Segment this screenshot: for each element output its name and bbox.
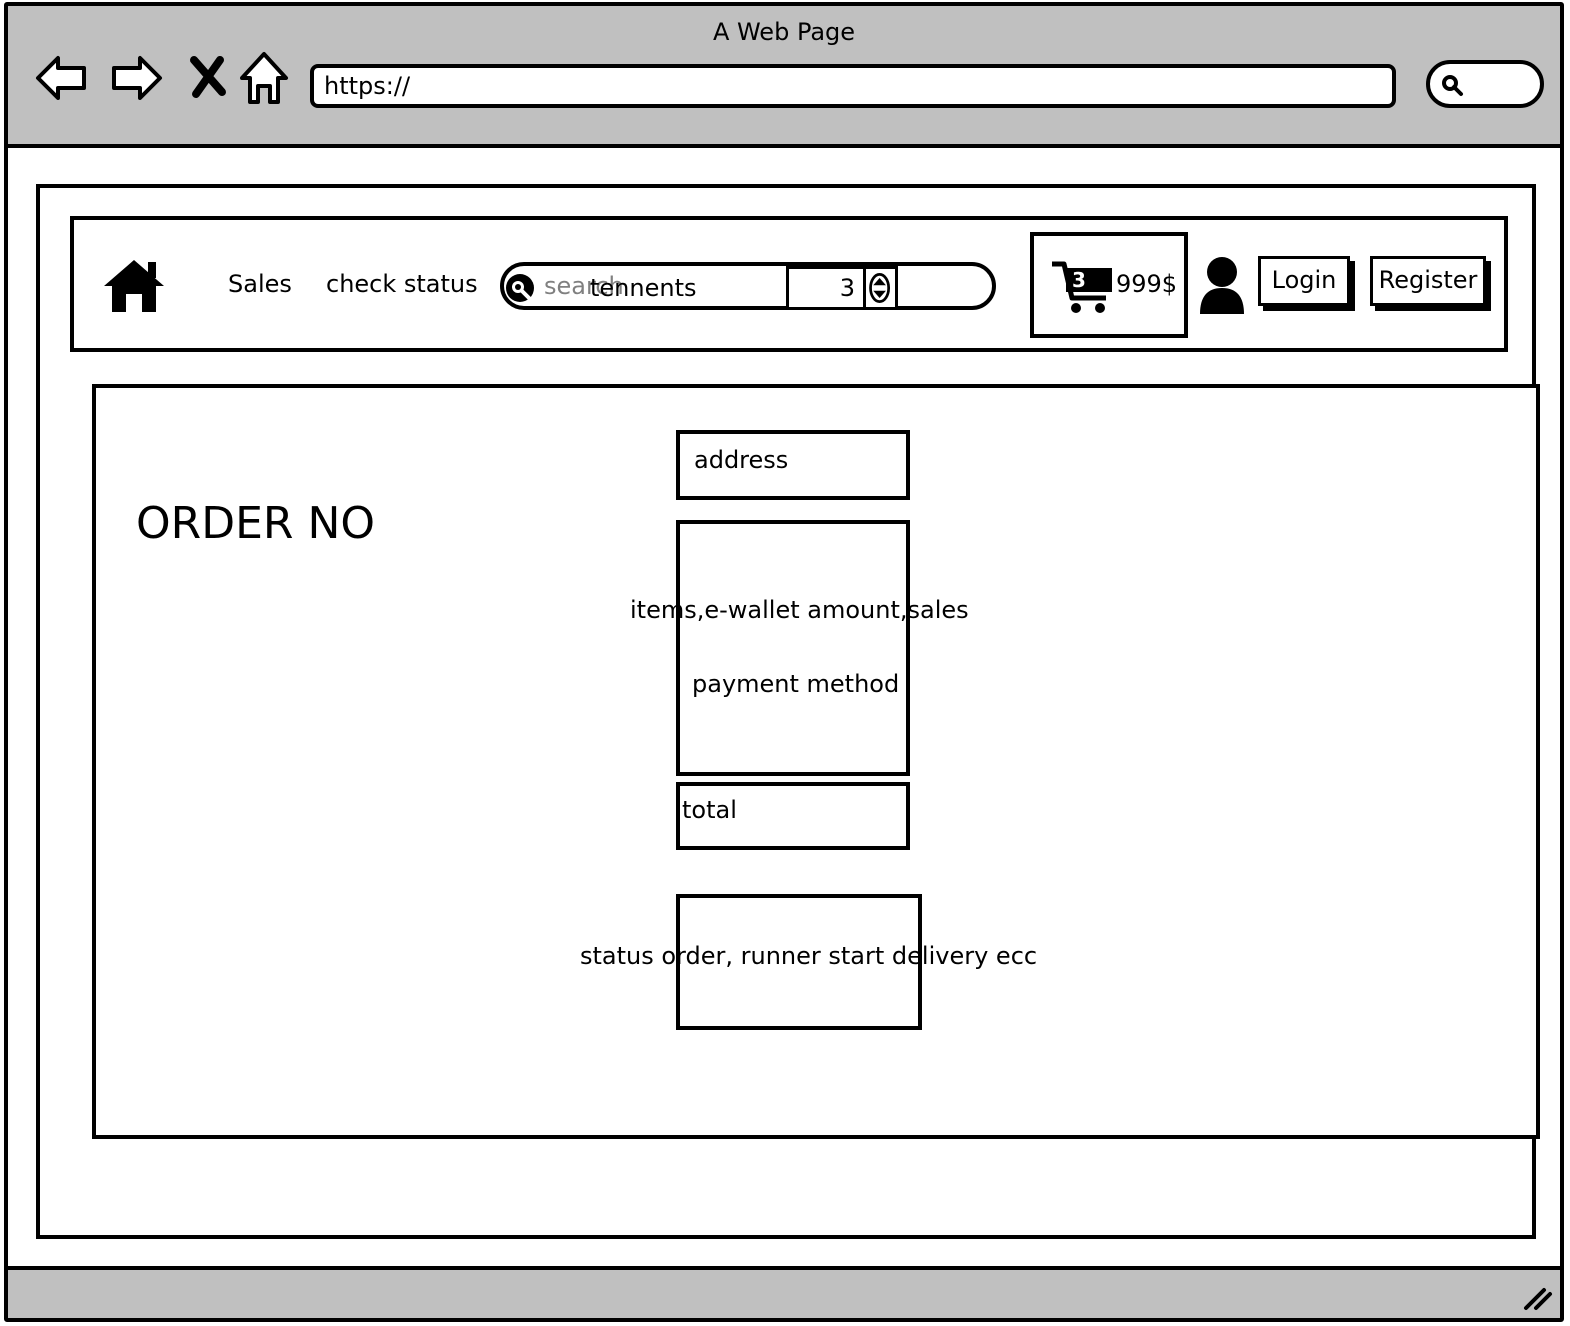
payment-method-label: payment method: [692, 670, 900, 698]
status-label: status order, runner start delivery ecc: [580, 942, 1038, 970]
quantity-stepper[interactable]: 3: [786, 266, 898, 310]
back-arrow-icon[interactable]: [32, 48, 92, 108]
order-content-panel: ORDER NO address items,e-wallet amount,s…: [92, 384, 1540, 1139]
nav-link-check-status[interactable]: check status: [326, 270, 478, 298]
register-button[interactable]: Register: [1370, 256, 1486, 306]
url-text: https://: [324, 72, 411, 100]
cart-widget[interactable]: 3 999$: [1030, 232, 1188, 338]
browser-statusbar: [8, 1266, 1560, 1318]
home-browser-icon[interactable]: [234, 48, 294, 108]
items-label: items,e-wallet amount,sales: [630, 596, 969, 624]
product-search-input[interactable]: search tennents: [500, 262, 996, 310]
login-button[interactable]: Login: [1258, 256, 1350, 306]
page-frame: Sales check status search tennents 3 3 9…: [36, 184, 1540, 1239]
quantity-value: 3: [839, 274, 855, 302]
search-icon: [1440, 73, 1464, 97]
search-value: tennents: [590, 274, 697, 302]
nav-link-sales[interactable]: Sales: [228, 270, 292, 298]
browser-titlebar: A Web Page https://: [8, 6, 1560, 148]
total-label: total: [682, 796, 737, 824]
items-box: [676, 520, 910, 776]
window-title: A Web Page: [712, 18, 856, 46]
forward-arrow-icon[interactable]: [106, 48, 166, 108]
stepper-arrows-icon[interactable]: [863, 269, 895, 307]
order-number-title: ORDER NO: [136, 498, 375, 549]
browser-search-input[interactable]: [1426, 60, 1544, 108]
browser-window: A Web Page https:// Sales check status s…: [4, 2, 1564, 1322]
url-input[interactable]: https://: [310, 64, 1396, 108]
search-icon: [504, 272, 536, 304]
home-icon[interactable]: [102, 256, 166, 316]
site-navbar: Sales check status search tennents 3 3 9…: [70, 216, 1508, 352]
stop-icon[interactable]: [180, 48, 240, 108]
resize-handle-icon[interactable]: [1520, 1278, 1554, 1312]
cart-amount: 999$: [1116, 270, 1178, 298]
user-avatar-icon[interactable]: [1196, 256, 1248, 316]
cart-count-badge: 3: [1072, 268, 1086, 292]
address-label: address: [694, 446, 789, 474]
